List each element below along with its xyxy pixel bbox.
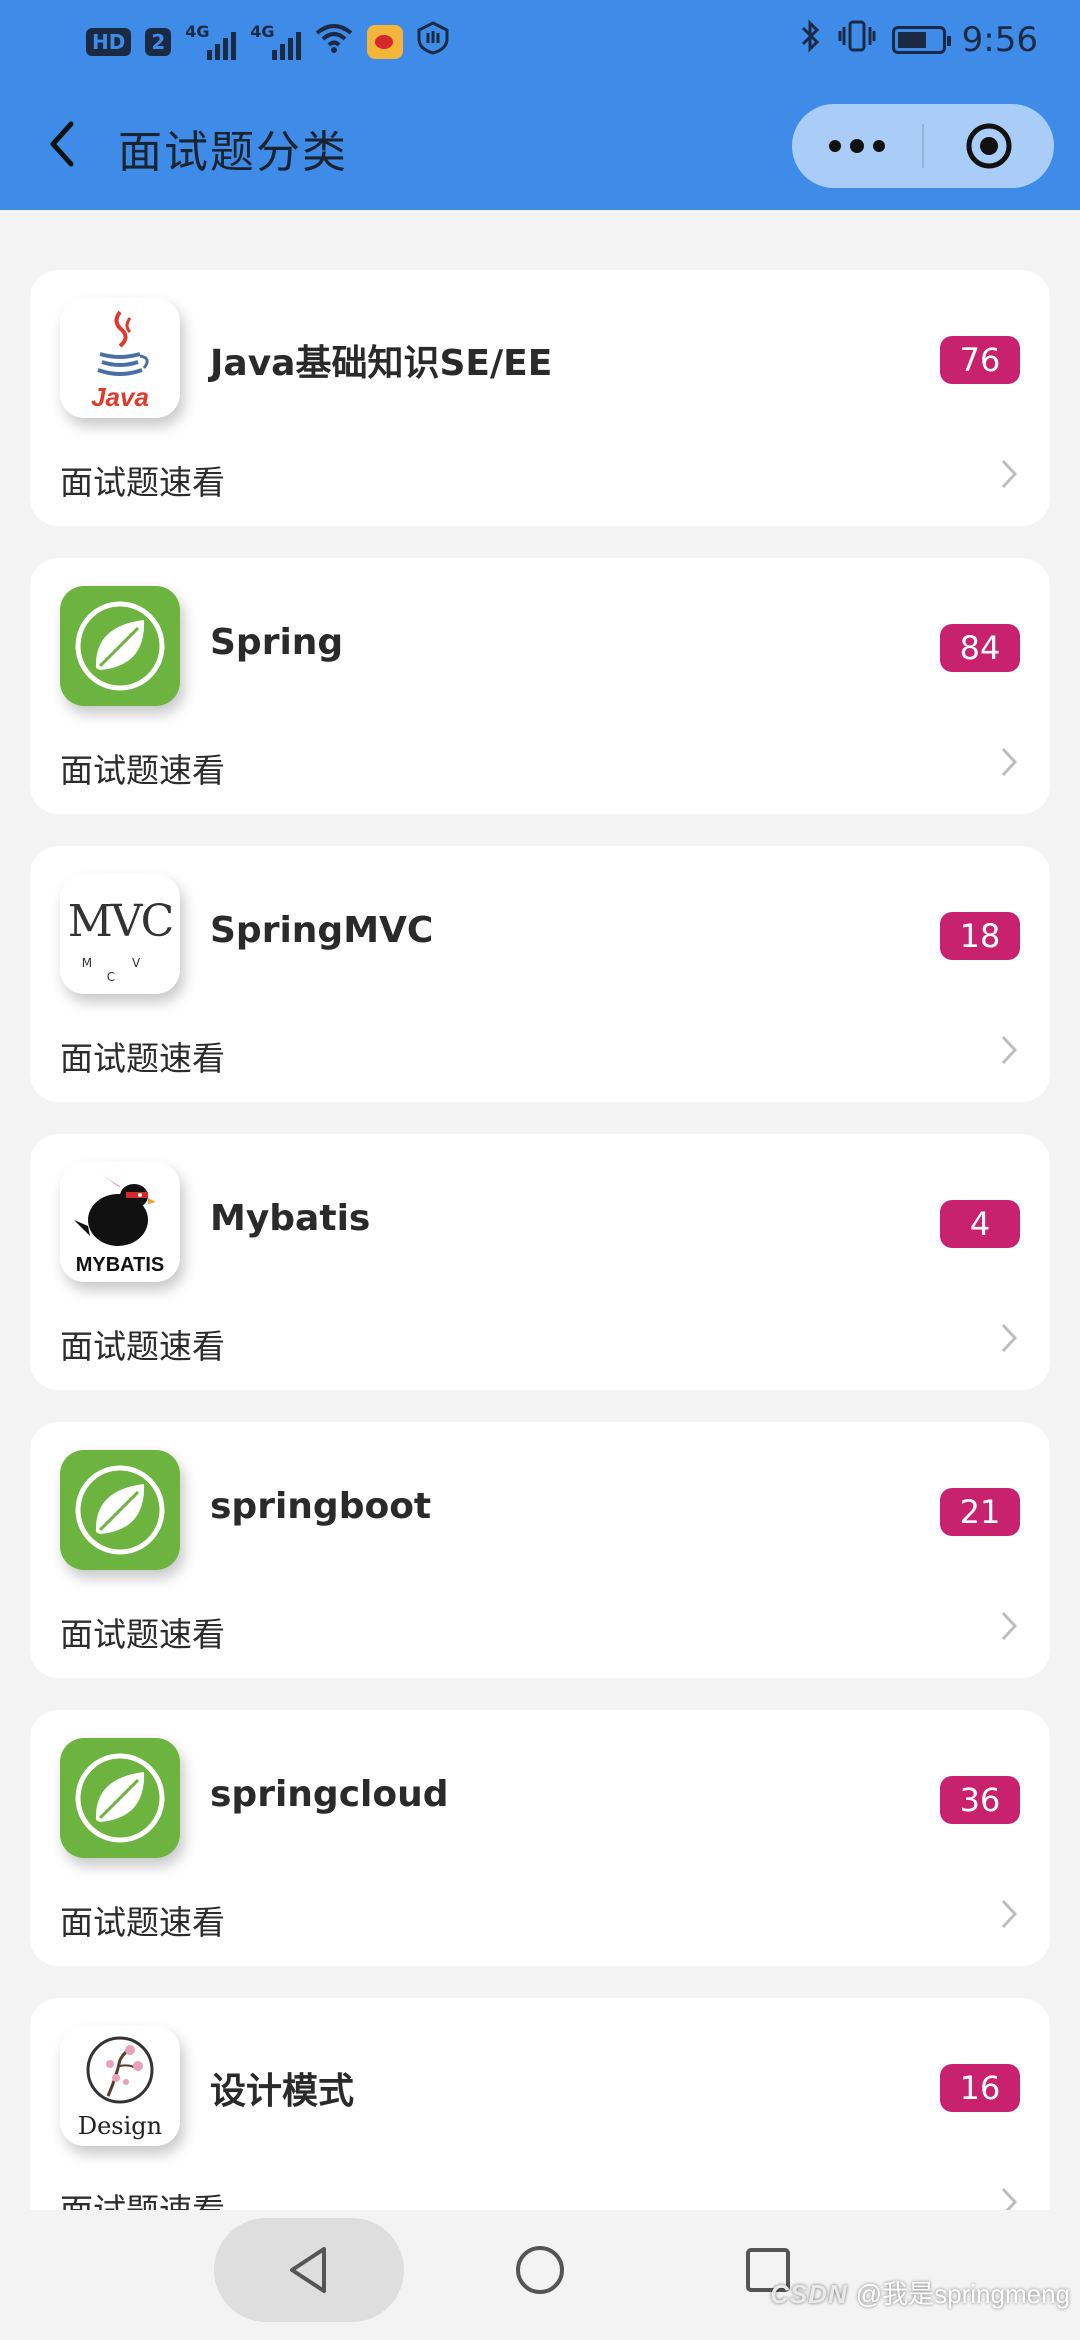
more-dot-right [873, 140, 885, 152]
category-card-spring[interactable]: Spring 84 面试题速看 [30, 558, 1050, 814]
spring-leaf-icon [60, 586, 180, 706]
category-title: Mybatis [210, 1198, 371, 1239]
design-logo-text: Design [77, 2112, 163, 2140]
watermark-text: @我是springmeng [855, 2279, 1070, 2309]
category-subtitle: 面试题速看 [60, 1903, 225, 1942]
chevron-right-icon [994, 454, 1024, 494]
count-badge: 18 [940, 912, 1020, 960]
category-title: SpringMVC [210, 910, 434, 951]
spring-leaf-icon [60, 1738, 180, 1858]
vibrate-icon [838, 19, 876, 62]
chevron-right-icon [994, 1894, 1024, 1934]
status-time: 9:56 [961, 20, 1038, 60]
chevron-right-icon [994, 1606, 1024, 1646]
page-title: 面试题分类 [118, 127, 348, 178]
count-badge: 36 [940, 1776, 1020, 1824]
java-logo-icon: Java [60, 298, 180, 418]
nav-bar: 面试题分类 [0, 80, 1080, 210]
design-blossom-icon: Design [60, 2026, 180, 2146]
triangle-back-icon [290, 2247, 326, 2293]
screen: HD 2 4G 4G 9:56 面试题分类 Java Java基础知识SE/EE… [0, 0, 1080, 2340]
battery-icon [891, 26, 951, 54]
signal-icon-2: 4G [250, 22, 302, 60]
count-badge: 76 [940, 336, 1020, 384]
category-subtitle: 面试题速看 [60, 1615, 225, 1654]
count-badge: 16 [940, 2064, 1020, 2112]
more-dot-center [850, 139, 864, 153]
weibo-icon [367, 25, 404, 59]
sim-badge: 2 [145, 28, 172, 56]
back-button[interactable] [34, 114, 90, 174]
chevron-right-icon [994, 1030, 1024, 1070]
mvc-logo-subtext: M V C [81, 956, 159, 984]
chevron-right-icon [994, 1318, 1024, 1358]
wifi-icon [315, 23, 353, 61]
category-subtitle: 面试题速看 [60, 1327, 225, 1366]
mybatis-bird-icon: MYBATIS [60, 1162, 180, 1282]
signal-bars [207, 32, 237, 60]
mvc-logo-icon: MVC M V C [60, 874, 180, 994]
category-title: springcloud [210, 1774, 449, 1815]
system-back-button[interactable] [214, 2218, 404, 2322]
bluetooth-icon [800, 18, 822, 62]
category-subtitle: 面试题速看 [60, 1039, 225, 1078]
system-nav-bar: CSDN @我是springmeng [0, 2210, 1080, 2340]
category-subtitle: 面试题速看 [60, 751, 225, 790]
hd-badge: HD [86, 28, 132, 56]
category-title: 设计模式 [210, 2071, 355, 2112]
mybatis-logo-text: MYBATIS [75, 1254, 165, 1276]
target-icon [966, 123, 1012, 169]
watermark-brand: CSDN [770, 2279, 848, 2309]
category-subtitle: 面试题速看 [60, 463, 225, 502]
signal-bars-2 [272, 32, 302, 60]
chevron-right-icon [994, 742, 1024, 782]
signal-icon: 4G [185, 22, 237, 60]
category-card-springmvc[interactable]: MVC M V C SpringMVC 18 面试题速看 [30, 846, 1050, 1102]
system-home-button[interactable] [490, 2218, 590, 2322]
java-logo-text: Java [91, 382, 149, 412]
count-badge: 21 [940, 1488, 1020, 1536]
count-badge: 4 [940, 1200, 1020, 1248]
category-card-springcloud[interactable]: springcloud 36 面试题速看 [30, 1710, 1050, 1966]
category-subtitle: 面试题速看 [60, 2184, 225, 2210]
status-left: HD 2 4G 4G [86, 21, 449, 63]
spring-leaf-icon [60, 1450, 180, 1570]
more-button[interactable] [792, 104, 922, 188]
category-card-java[interactable]: Java Java基础知识SE/EE 76 面试题速看 [30, 270, 1050, 526]
more-dots-icon [829, 140, 841, 152]
category-list: Java Java基础知识SE/EE 76 面试题速看 Spring 84 面试… [0, 210, 1080, 2210]
category-title: springboot [210, 1486, 432, 1527]
chevron-left-icon [50, 121, 74, 167]
network-type-label: 4G [185, 22, 210, 41]
status-right: 9:56 [800, 18, 1038, 62]
close-mini-program-button[interactable] [924, 104, 1054, 188]
category-title: Java基础知识SE/EE [210, 343, 553, 384]
status-bar: HD 2 4G 4G 9:56 [0, 0, 1080, 80]
network-type-label-2: 4G [250, 22, 275, 41]
circle-home-icon [516, 2246, 564, 2294]
category-card-springboot[interactable]: springboot 21 面试题速看 [30, 1422, 1050, 1678]
mini-program-capsule [792, 104, 1054, 188]
shield-icon [417, 21, 449, 63]
category-card-mybatis[interactable]: MYBATIS Mybatis 4 面试题速看 [30, 1134, 1050, 1390]
chevron-right-icon [994, 2182, 1024, 2210]
category-card-design-patterns[interactable]: Design 设计模式 16 面试题速看 [30, 1998, 1050, 2210]
mvc-logo-text: MVC [67, 896, 175, 947]
watermark: CSDN @我是springmeng [770, 2274, 1070, 2311]
category-title: Spring [210, 622, 344, 663]
count-badge: 84 [940, 624, 1020, 672]
